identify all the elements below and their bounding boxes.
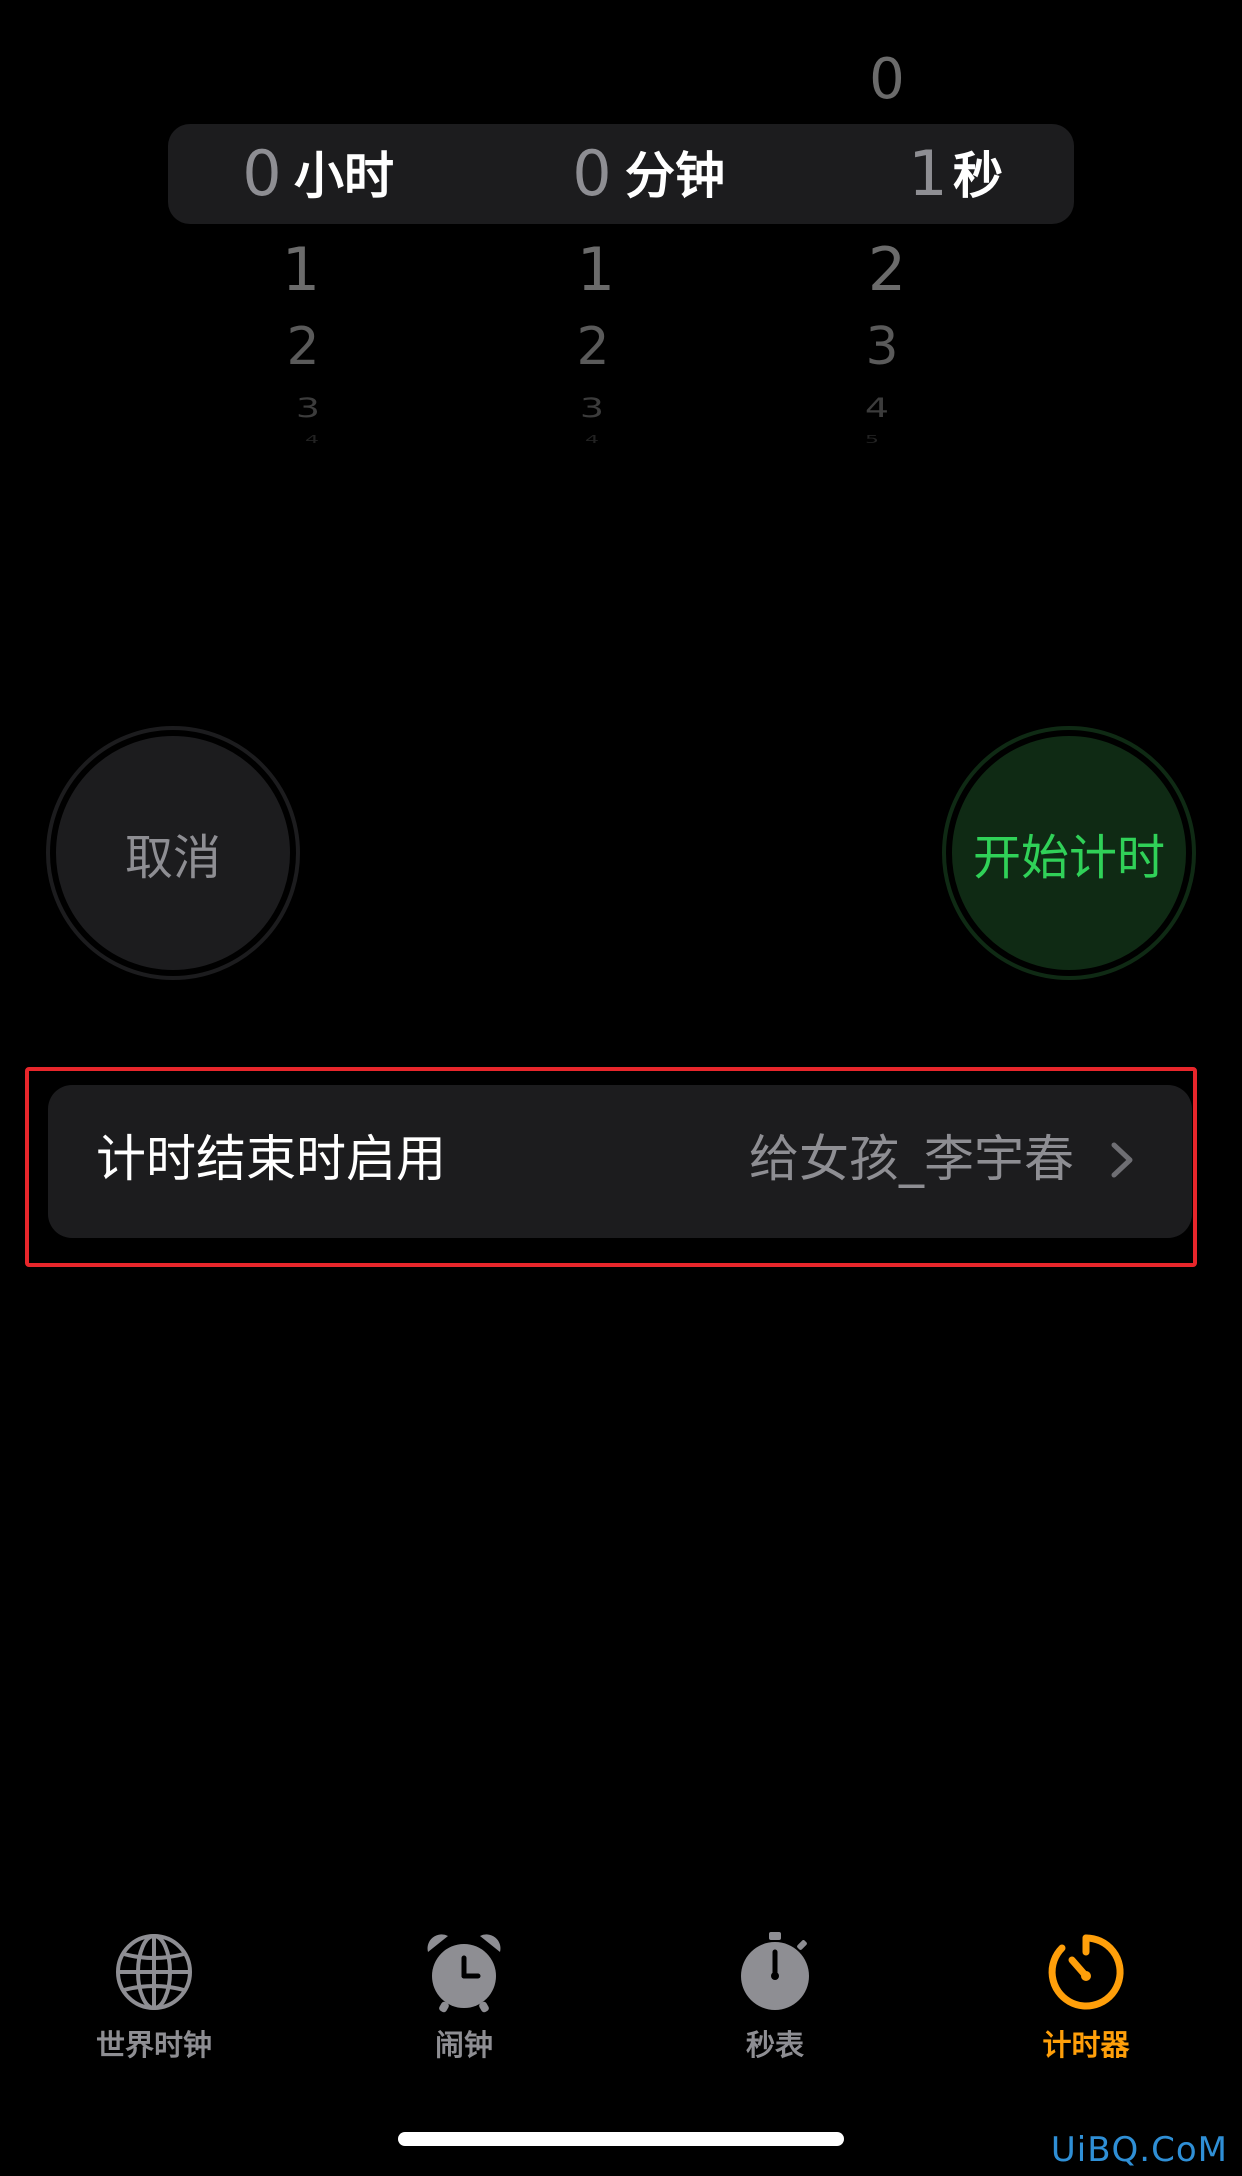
minutes-option[interactable]: 1 [577,238,615,302]
tab-alarm-label: 闹钟 [434,2028,493,2062]
hours-selected-value[interactable]: 0 [242,138,281,210]
hours-option[interactable]: 3 [296,394,320,422]
chevron-right-icon [1111,1142,1133,1178]
seconds-option-above[interactable]: 0 [869,48,905,112]
home-indicator[interactable] [398,2132,844,2146]
timer-duration-picker[interactable]: 0 0 小时 1 2 3 4 0 分钟 1 2 3 4 1 秒 2 3 4 5 [0,0,1242,460]
start-button-label: 开始计时 [972,830,1165,886]
minutes-selected-value[interactable]: 0 [572,138,611,210]
hours-unit-label: 小时 [294,147,394,205]
seconds-option[interactable]: 5 [865,434,879,446]
seconds-selected-value[interactable]: 1 [908,138,947,210]
minutes-unit-label: 分钟 [625,147,725,205]
tab-timer-label: 计时器 [1042,2028,1130,2062]
watermark: UiBQ.CoM [1050,2130,1228,2170]
tab-world-clock[interactable]: 世界时钟 [54,1930,254,2064]
seconds-unit-label: 秒 [953,147,1003,205]
when-timer-ends-label: 计时结束时启用 [96,1130,446,1188]
tab-stopwatch-label: 秒表 [745,2028,804,2062]
cancel-button[interactable]: 取消 [46,726,300,980]
hours-option[interactable]: 2 [286,318,319,376]
hours-option[interactable]: 1 [282,238,320,302]
when-timer-ends-value: 给女孩_李宇春 [749,1130,1074,1188]
tab-alarm[interactable]: 闹钟 [364,1930,564,2064]
tab-timer[interactable]: 计时器 [986,1930,1186,2064]
tab-bar: 世界时钟 闹钟 秒表 计时器 [0,1930,1242,2090]
tab-world-clock-label: 世界时钟 [95,2028,212,2062]
minutes-option[interactable]: 3 [580,394,604,422]
minutes-option[interactable]: 2 [576,318,609,376]
when-timer-ends-row[interactable]: 计时结束时启用 给女孩_李宇春 [48,1085,1192,1238]
seconds-option[interactable]: 2 [868,238,906,302]
timer-icon [1048,1934,1124,2010]
stopwatch-icon [741,1932,809,2010]
alarm-clock-icon [427,1934,501,2013]
seconds-option[interactable]: 3 [865,318,898,376]
tab-stopwatch[interactable]: 秒表 [675,1930,875,2064]
globe-icon [116,1934,192,2010]
minutes-option[interactable]: 4 [585,434,599,446]
hours-option[interactable]: 4 [305,434,319,446]
cancel-button-label: 取消 [124,830,221,886]
start-button[interactable]: 开始计时 [942,726,1196,980]
seconds-option[interactable]: 4 [865,394,889,422]
